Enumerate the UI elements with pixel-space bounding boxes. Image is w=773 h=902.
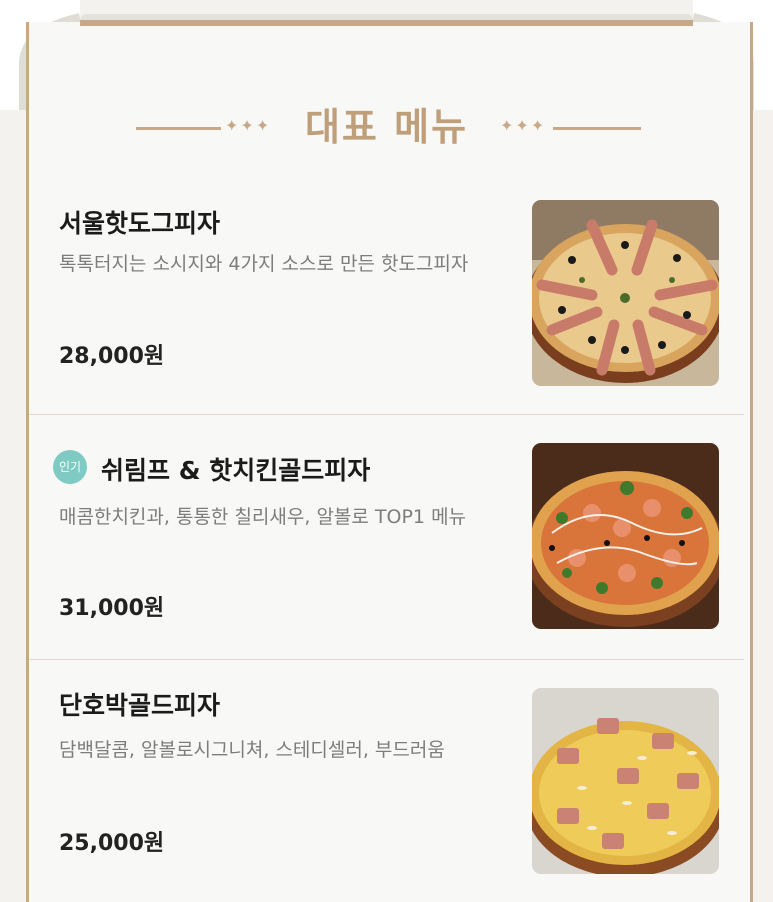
menu-item-price: 31,000원	[59, 596, 165, 621]
page-title: 대표 메뉴	[304, 105, 469, 149]
menu-item-name: 서울핫도그피자	[59, 209, 221, 238]
menu-item-price: 25,000원	[59, 831, 165, 856]
menu-item-description: 톡톡터지는 소시지와 4가지 소스로 만든 핫도그피자	[59, 253, 469, 275]
menu-item-price: 28,000원	[59, 344, 165, 369]
popular-badge: 인기	[53, 450, 87, 484]
menu-item-name: 단호박골드피자	[59, 691, 221, 720]
menu-item-shrimp-chicken-pizza[interactable]: 인기 쉬림프 & 핫치킨골드피자 매콤한치킨과, 통통한 칠리새우, 알볼로 T…	[29, 415, 744, 660]
menu-item-name: 쉬림프 & 핫치킨골드피자	[101, 456, 371, 485]
pizza-pumpkin-photo	[532, 688, 719, 874]
pizza-shrimp-chicken-photo	[532, 443, 719, 629]
menu-item-hotdog-pizza[interactable]: 서울핫도그피자 톡톡터지는 소시지와 4가지 소스로 만든 핫도그피자 28,0…	[29, 180, 744, 415]
menu-item-description: 담백달콤, 알볼로시그니쳐, 스테디셀러, 부드러움	[59, 739, 445, 761]
heading-right-line	[553, 127, 641, 130]
menu-item-pumpkin-pizza[interactable]: 단호박골드피자 담백달콤, 알볼로시그니쳐, 스테디셀러, 부드러움 25,00…	[29, 660, 744, 902]
heading-right-diamonds-icon: ✦✦✦	[500, 116, 547, 135]
menu-item-description: 매콤한치킨과, 통통한 칠리새우, 알볼로 TOP1 메뉴	[59, 506, 467, 528]
menu-frame: ✦✦✦ 대표 메뉴 ✦✦✦ 서울핫도그피자 톡톡터지는 소시지와 4가지 소스로…	[0, 0, 773, 902]
top-gold-line	[80, 20, 693, 26]
pizza-hotdog-photo	[532, 200, 719, 386]
